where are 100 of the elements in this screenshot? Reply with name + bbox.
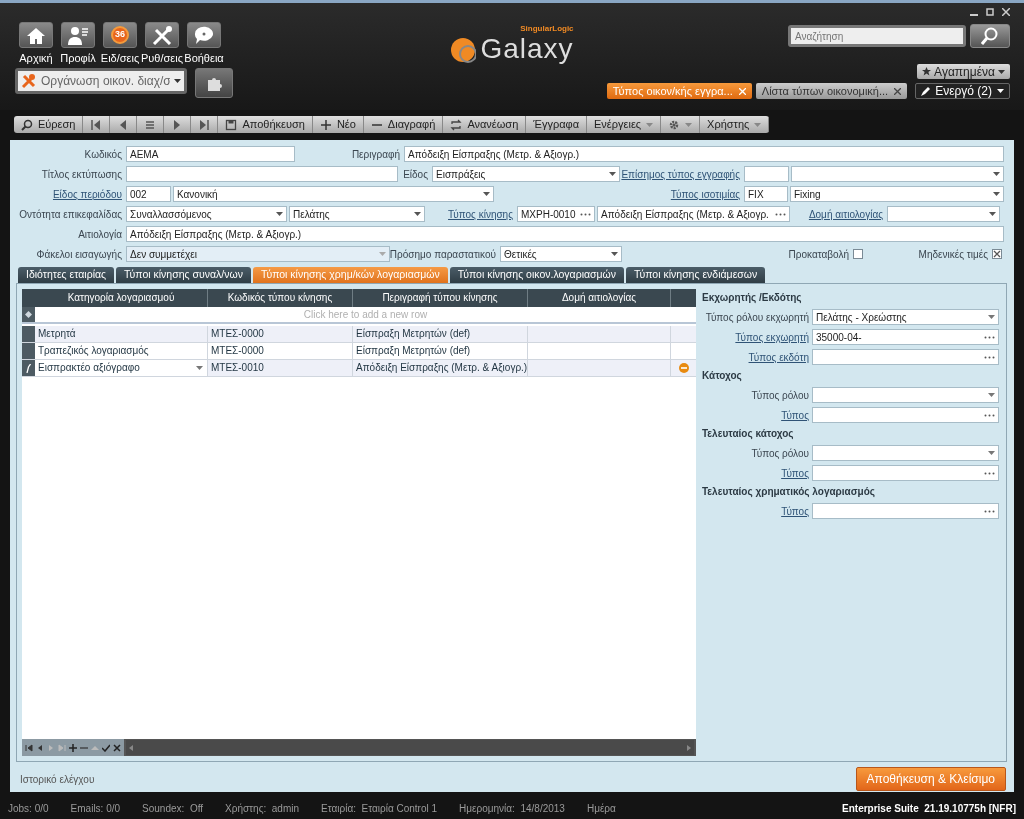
lookup-field[interactable]: ΜΧΡΗ-0010 — [517, 206, 595, 222]
close-icon[interactable] — [894, 87, 902, 95]
home-icon — [25, 25, 47, 45]
tab[interactable]: Τύποι κίνησης συναλ/νων — [116, 267, 251, 283]
active-windows-button[interactable]: Ενεργό (2) — [915, 83, 1010, 99]
field-link[interactable]: Τύπος εκδότη — [748, 351, 809, 363]
nav-button[interactable] — [61, 22, 95, 48]
dropdown-field[interactable] — [887, 206, 1000, 222]
text-field[interactable]: 002 — [126, 186, 171, 202]
maximize-icon[interactable] — [986, 8, 994, 16]
toolbar-button[interactable]: Έγγραφα — [526, 116, 588, 133]
scroll-right-icon — [687, 744, 691, 751]
lookup-field[interactable]: Απόδειξη Είσπραξης (Μετρ. & Αξιογρ. — [597, 206, 790, 222]
field-link[interactable]: Επίσημος τύπος εγγραφής — [621, 166, 740, 182]
dropdown-field[interactable]: Θετικές — [500, 246, 622, 262]
caret-icon — [989, 212, 996, 216]
field-label: Τύπος ρόλου εκχωρητή — [705, 311, 809, 323]
extensions-button[interactable] — [195, 68, 233, 98]
checkbox[interactable] — [853, 249, 863, 259]
table-row[interactable]: Εισπρακτέο αξιόγραφο ΜΤΕΣ-0010 Απόδειξη Είσπραξης (Μετρ. & Αξιογρ.) — [22, 360, 696, 377]
dropdown-field[interactable]: Συναλλασσόμενος — [126, 206, 287, 222]
table-cell-text: Εισπρακτέο αξιόγραφο — [38, 361, 141, 375]
caret-icon — [196, 366, 203, 371]
document-tab[interactable]: Λίστα τύπων οικονομική... — [755, 83, 908, 99]
cancel-icon[interactable] — [113, 743, 121, 752]
dropdown-field[interactable]: Πελάτης - Χρεώστης — [812, 309, 999, 325]
lookup-field[interactable] — [812, 349, 999, 365]
menu-button[interactable]: Ενέργειες — [587, 116, 662, 133]
field-link[interactable]: Τύπος κίνησης — [448, 206, 513, 222]
table-row[interactable]: Μετρητά ΜΤΕΣ-0000 Είσπραξη Μετρητών (def) — [22, 326, 696, 343]
text-field[interactable]: Απόδειξη Είσπραξης (Μετρ. & Αξιογρ.) — [126, 226, 1004, 242]
more-icon — [580, 212, 591, 216]
caret-icon — [646, 122, 654, 127]
text-field[interactable]: Απόδειξη Είσπραξης (Μετρ. & Αξιογρ.) — [404, 146, 1004, 162]
nav-button[interactable] — [19, 22, 53, 48]
list-icon — [144, 118, 157, 131]
last-icon — [198, 118, 211, 131]
previous-icon[interactable] — [36, 743, 44, 752]
tab[interactable]: Τύποι κίνησης οικον.λογαριασμών — [449, 267, 625, 283]
star-icon — [922, 67, 932, 76]
column-header[interactable]: Δομή αιτιολογίας — [528, 289, 671, 307]
column-header[interactable]: Κατηγορία λογαριασμού — [35, 289, 208, 307]
search-field[interactable]: Αναζήτηση — [788, 25, 966, 47]
module-select[interactable]: Οργάνωση οικον. διαχ/σ — [15, 68, 187, 94]
text-field[interactable] — [744, 166, 789, 182]
lookup-field[interactable]: 35000-04- — [812, 329, 999, 345]
section-title: Εκχωρητής /Εκδότης — [701, 291, 803, 305]
dropdown-field[interactable]: Κανονική — [173, 186, 494, 202]
column-header[interactable]: Περιγραφή τύπου κίνησης — [353, 289, 528, 307]
dropdown-field[interactable] — [812, 445, 999, 461]
wrench-icon — [21, 73, 37, 89]
dropdown-field[interactable]: Fixing — [790, 186, 1004, 202]
field-link[interactable]: Δομή αιτιολογίας — [808, 206, 883, 222]
plus-icon[interactable] — [69, 743, 77, 752]
checkbox[interactable] — [992, 249, 1002, 259]
favorites-button[interactable]: Αγαπημένα — [917, 64, 1010, 79]
menu-button[interactable]: Χρήστης — [700, 116, 770, 133]
field-link[interactable]: Τύπος — [781, 467, 809, 479]
nav-button[interactable] — [145, 22, 179, 48]
nav-label: Προφίλ — [60, 52, 96, 64]
first-icon[interactable] — [25, 743, 33, 752]
dropdown-field[interactable]: Πελάτης — [289, 206, 425, 222]
text-field[interactable]: FIX — [744, 186, 788, 202]
table-cell-text: Απόδειξη Είσπραξης (Μετρ. & Αξιογρ.) — [356, 361, 527, 375]
history-link[interactable]: Ιστορικό ελέγχου — [20, 771, 95, 787]
field-link[interactable]: Είδος περιόδου — [52, 186, 122, 202]
dropdown-field[interactable] — [812, 387, 999, 403]
tab[interactable]: Ιδιότητες εταιρίας — [18, 267, 115, 283]
text-field[interactable]: ΑΕΜΑ — [126, 146, 295, 162]
column-header[interactable]: Κωδικός τύπου κίνησης — [208, 289, 353, 307]
search-button[interactable] — [970, 24, 1010, 48]
lookup-field[interactable] — [812, 407, 999, 423]
save-icon — [225, 118, 238, 131]
lookup-field[interactable] — [812, 503, 999, 519]
field-link[interactable]: Τύπος εκχωρητή — [735, 331, 809, 343]
more-icon — [984, 471, 995, 475]
search-icon — [981, 27, 999, 45]
gear-icon — [668, 118, 681, 131]
toolbar-button[interactable]: Ανανέωση — [443, 116, 527, 133]
toolbar-button[interactable]: Διαγραφή — [363, 116, 444, 133]
toolbar-button[interactable]: Νέο — [312, 116, 364, 133]
toolbar-button[interactable]: Αποθήκευση — [218, 116, 313, 133]
field-link[interactable]: Τύπος — [781, 409, 809, 421]
status-item: Soundex: Off — [142, 802, 204, 816]
table-row[interactable]: Τραπεζικός λογαριασμός ΜΤΕΣ-0000 Είσπραξη Μετρητών (def) — [22, 343, 696, 360]
scrollbar[interactable] — [126, 740, 694, 755]
tab[interactable]: Τύποι κίνησης ενδιάμεσων — [626, 267, 766, 283]
toolbar-button[interactable]: Εύρεση — [14, 116, 84, 133]
dropdown-field[interactable]: Εισπράξεις — [432, 166, 620, 182]
dropdown-field[interactable] — [791, 166, 1004, 182]
nav-button[interactable] — [187, 22, 221, 48]
field-link[interactable]: Τύπος — [781, 505, 809, 517]
check-icon[interactable] — [102, 743, 110, 752]
text-field[interactable] — [126, 166, 398, 182]
table-cell-text: Είσπραξη Μετρητών (def) — [356, 344, 472, 358]
field-label: Αιτιολογία — [78, 227, 122, 242]
lookup-field[interactable] — [812, 465, 999, 481]
first-icon — [90, 118, 103, 131]
field-link[interactable]: Τύπος ισοτιμίας — [670, 186, 740, 202]
status-item: Emails: 0/0 — [70, 802, 121, 816]
